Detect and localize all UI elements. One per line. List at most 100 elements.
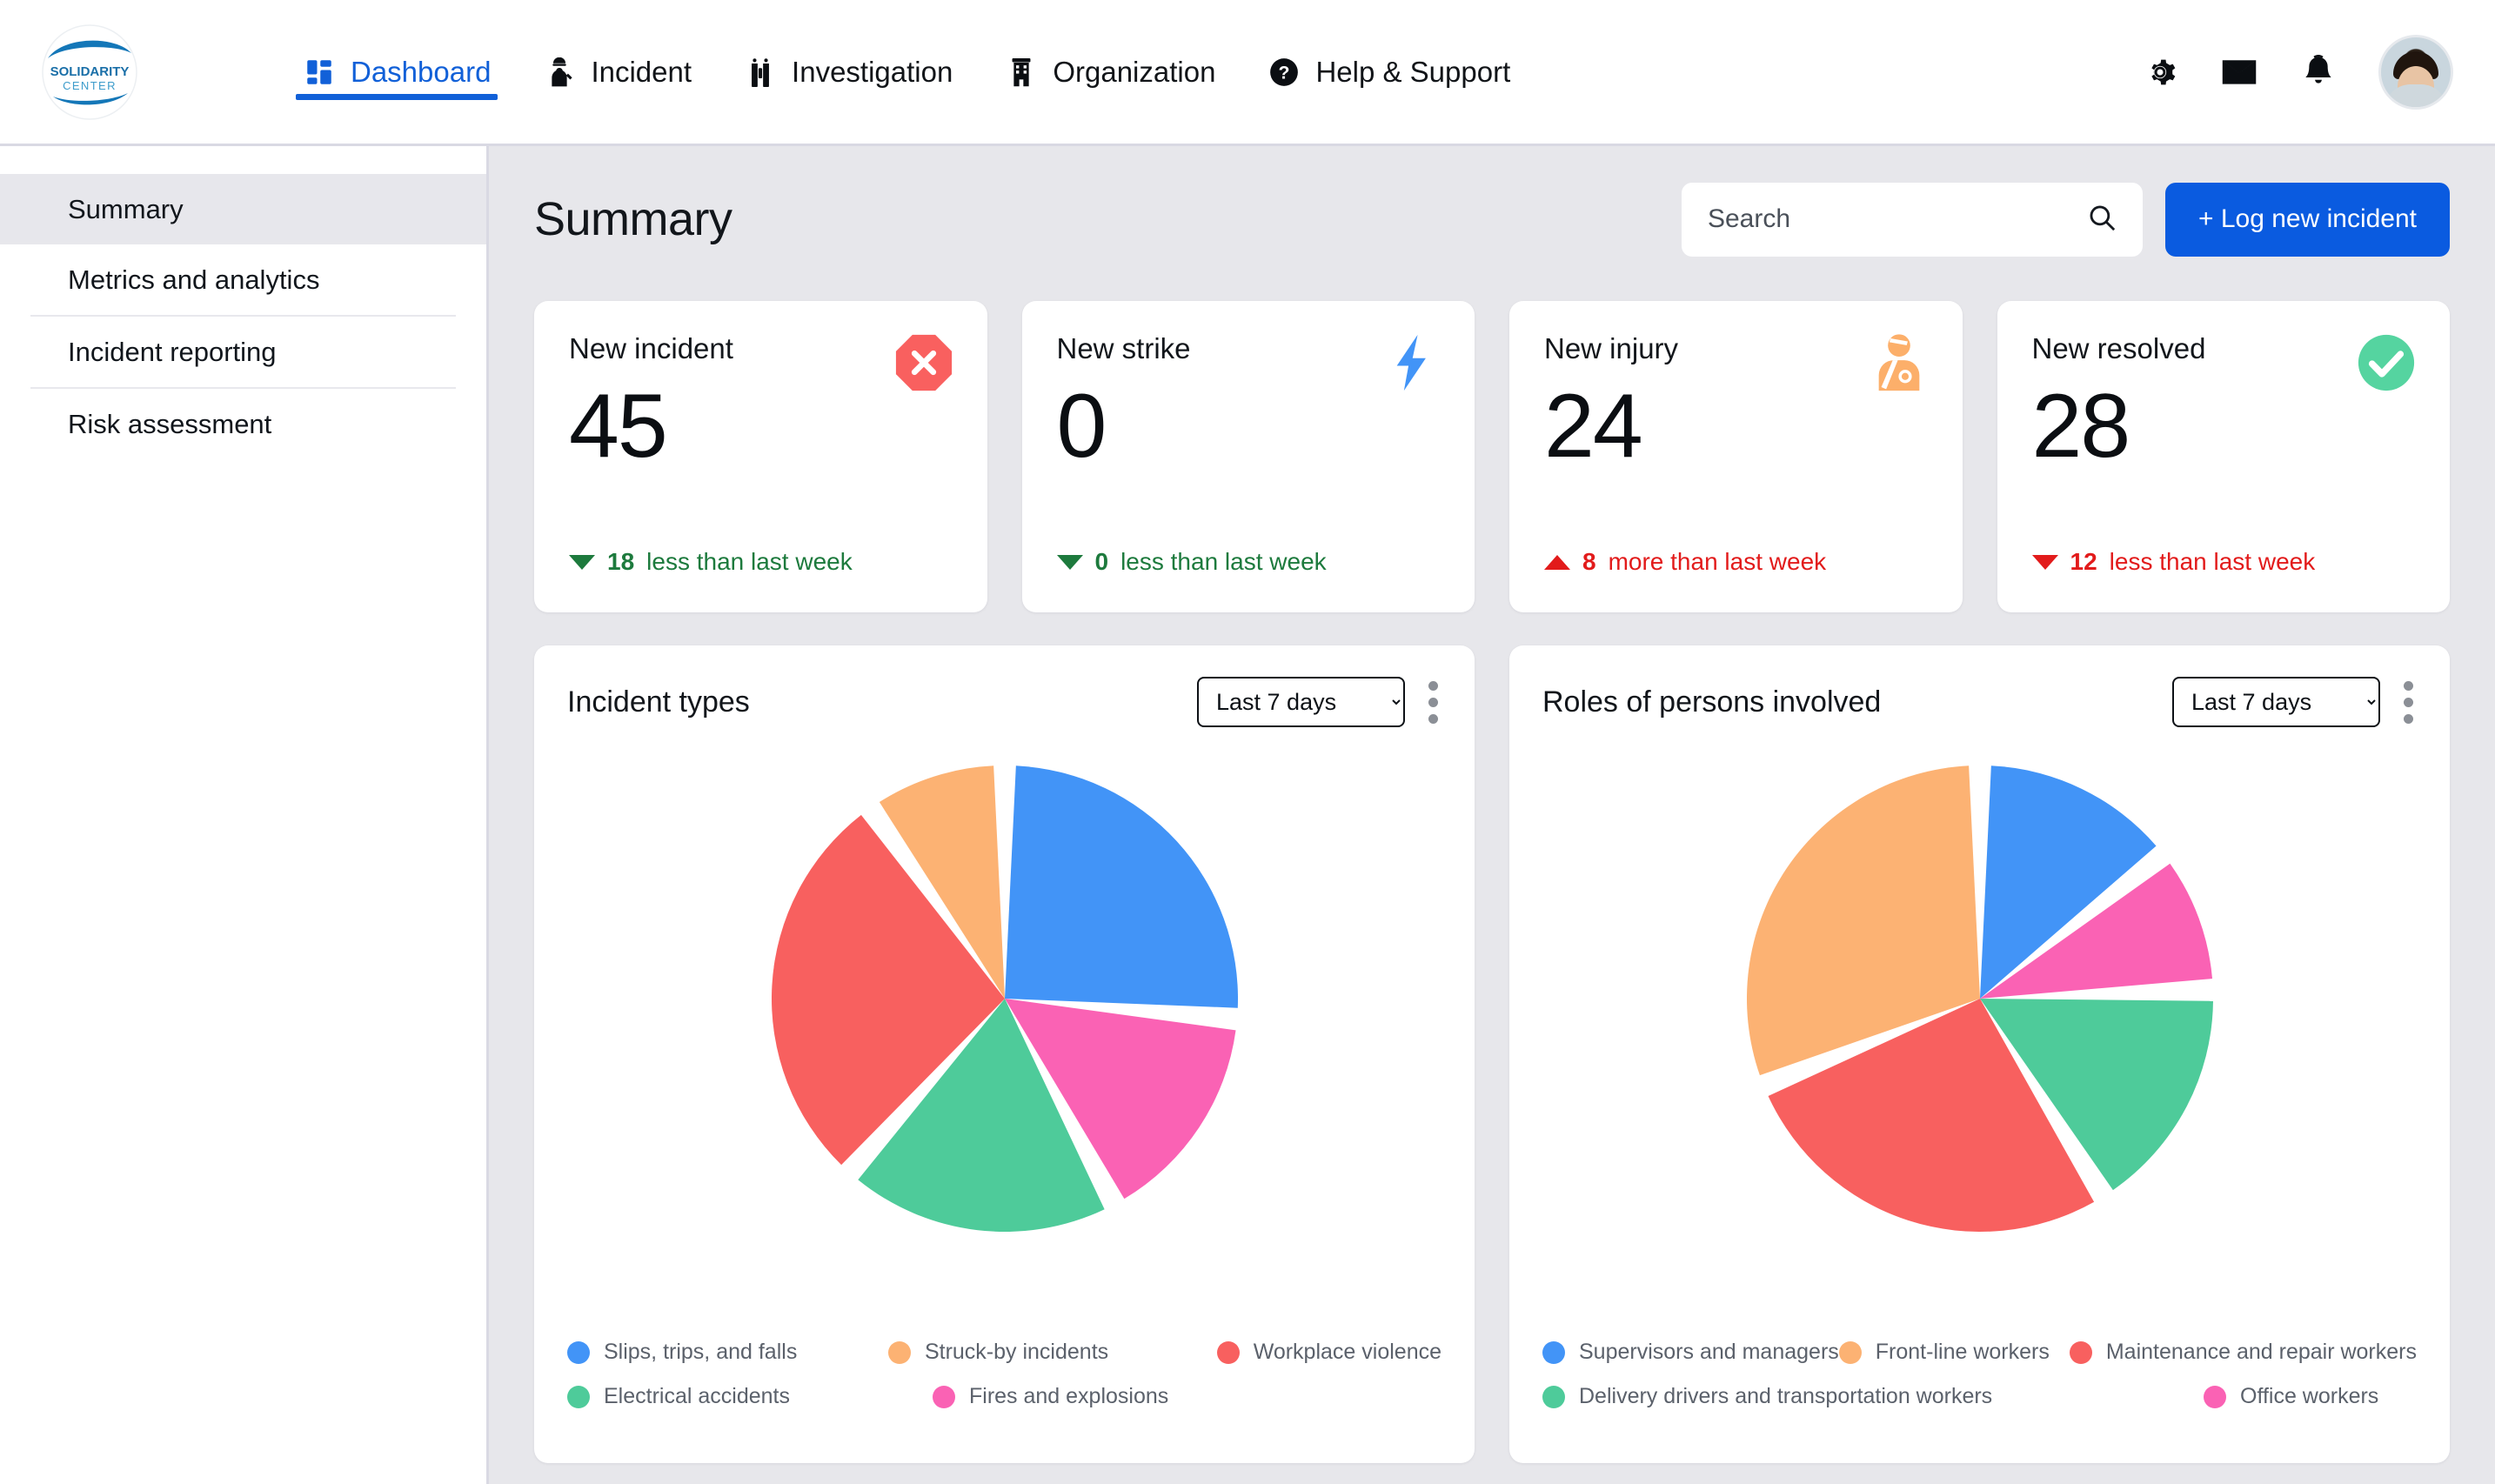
sidebar-item-label: Metrics and analytics [68,264,320,295]
chart-controls: Last 7 daysLast 30 daysLast 90 daysLast … [2172,674,2417,731]
nav-item-incident[interactable]: Incident [517,0,718,145]
legend-label: Electrical accidents [604,1384,790,1408]
dashboard-grid-icon [303,56,336,89]
stat-delta-text: more than last week [1608,548,1827,575]
settings-icon[interactable] [2141,53,2179,91]
more-options-icon[interactable] [1424,674,1441,731]
lightning-bolt-icon [1381,332,1441,393]
sidebar-item-label: Risk assessment [68,408,272,439]
date-range-select-roles[interactable]: Last 7 daysLast 30 daysLast 90 daysLast … [2172,677,2380,727]
pie-slice[interactable] [1004,765,1238,1008]
legend-color-dot [1542,1340,1565,1364]
chart-header: Roles of persons involved Last 7 daysLas… [1542,675,2417,729]
stat-delta-number: 8 [1582,548,1596,575]
page-header: Summary + Log new incident [534,146,2450,292]
navbar-actions [2141,34,2495,110]
sidebar-item-summary[interactable]: Summary [0,174,486,244]
pie-chart-incident-types [567,738,1441,1260]
avatar[interactable] [2378,34,2453,110]
injured-worker-icon [1869,332,1930,393]
svg-text:?: ? [1279,62,1290,83]
legend-color-dot [1542,1385,1565,1408]
legend-item[interactable]: Electrical accidents [567,1384,933,1409]
top-navbar: SOLIDARITY CENTER Dashboard Incident Inv… [0,0,2495,146]
legend-label: Maintenance and repair workers [2105,1340,2417,1364]
legend-row: Delivery drivers and transportation work… [1542,1384,2417,1409]
legend-item[interactable]: Office workers [2204,1384,2378,1409]
legend-row: Electrical accidents Fires and explosion… [567,1384,1441,1409]
sidebar-item-metrics-and-analytics[interactable]: Metrics and analytics [0,244,486,315]
nav-item-help-support[interactable]: ? Help & Support [1241,0,1536,145]
legend-item[interactable]: Slips, trips, and falls [567,1340,888,1365]
nav-item-investigation[interactable]: Investigation [718,0,979,145]
legend-item[interactable]: Maintenance and repair workers [2069,1340,2417,1365]
stat-delta: 12 less than last week [2031,548,2315,576]
pie-chart-roles-of-persons-involved [1542,738,2417,1260]
stat-delta-number: 18 [607,548,635,575]
question-circle-icon: ? [1268,56,1301,89]
mail-icon[interactable] [2220,53,2258,91]
sidebar-item-incident-reporting[interactable]: Incident reporting [0,317,486,387]
stat-card-new-injury: New injury 24 8 more than last week [1509,301,1963,612]
legend-label: Struck-by incidents [924,1340,1109,1364]
legend-label: Front-line workers [1875,1340,2050,1364]
legend-color-dot [567,1385,590,1408]
log-new-incident-button[interactable]: + Log new incident [2164,182,2450,257]
nav-item-label: Dashboard [351,55,492,88]
chart-card-incident-types: Incident types Last 7 daysLast 30 daysLa… [534,645,1475,1463]
nav-item-organization[interactable]: Organization [979,0,1241,145]
stop-x-octagon-icon [893,332,954,393]
nav-item-dashboard[interactable]: Dashboard [277,0,517,145]
legend-color-dot [1838,1340,1862,1364]
legend-label: Supervisors and managers [1579,1340,1839,1364]
pie-svg [771,765,1238,1232]
trend-down-icon [569,554,595,570]
stat-card-new-strike: New strike 0 0 less than last week [1021,301,1475,612]
search-icon [2087,203,2117,237]
legend-color-dot [2204,1385,2226,1408]
nav-item-label: Incident [591,55,692,88]
search-box[interactable] [1681,182,2143,257]
svg-text:SOLIDARITY: SOLIDARITY [50,64,130,79]
legend-item[interactable]: Supervisors and managers [1542,1340,1839,1365]
legend-color-dot [933,1385,955,1408]
nav-item-label: Investigation [792,55,953,88]
legend-item[interactable]: Workplace violence [1216,1340,1441,1365]
page-header-actions: + Log new incident [1681,182,2450,257]
legend-label: Workplace violence [1253,1340,1441,1364]
legend-color-dot [2069,1340,2092,1364]
chart-controls: Last 7 daysLast 30 daysLast 90 daysLast … [1197,674,1441,731]
search-input[interactable] [1707,204,2087,234]
nav-item-label: Organization [1053,55,1216,88]
pie-svg [1746,765,2213,1232]
legend-color-dot [567,1340,590,1364]
stat-delta: 18 less than last week [569,548,853,576]
chart-cards: Incident types Last 7 daysLast 30 daysLa… [534,645,2450,1463]
date-range-select-incident-types[interactable]: Last 7 daysLast 30 daysLast 90 daysLast … [1197,677,1405,727]
primary-nav: Dashboard Incident Investigation Organiz… [277,0,1536,145]
trend-down-icon [2031,554,2058,570]
legend-label: Delivery drivers and transportation work… [1579,1384,1993,1408]
legend-label: Office workers [2240,1384,2379,1408]
brand-logo[interactable]: SOLIDARITY CENTER [16,23,164,121]
sidebar: Summary Metrics and analytics Incident r… [0,146,489,1484]
page-title: Summary [534,193,732,245]
chart-header: Incident types Last 7 daysLast 30 daysLa… [567,675,1441,729]
avatar-body [2385,84,2447,107]
legend-item[interactable]: Fires and explosions [933,1384,1168,1409]
chart-card-roles-of-persons-involved: Roles of persons involved Last 7 daysLas… [1509,645,2450,1463]
check-circle-icon [2356,332,2417,393]
stat-cards: New incident 45 18 less than last week N… [534,301,2450,612]
legend-row: Slips, trips, and falls Struck-by incide… [567,1340,1441,1365]
legend-item[interactable]: Struck-by incidents [887,1340,1217,1365]
legend-item[interactable]: Front-line workers [1838,1340,2070,1365]
svg-text:CENTER: CENTER [63,79,117,92]
legend-item[interactable]: Delivery drivers and transportation work… [1542,1384,2204,1409]
sidebar-item-risk-assessment[interactable]: Risk assessment [0,389,486,459]
legend-row: Supervisors and managers Front-line work… [1542,1340,2417,1365]
stat-delta: 0 less than last week [1056,548,1327,576]
notifications-bell-icon[interactable] [2299,53,2338,91]
more-options-icon[interactable] [2399,674,2417,731]
stat-delta-text: less than last week [646,548,853,575]
solidarity-center-logo-icon: SOLIDARITY CENTER [41,23,138,121]
